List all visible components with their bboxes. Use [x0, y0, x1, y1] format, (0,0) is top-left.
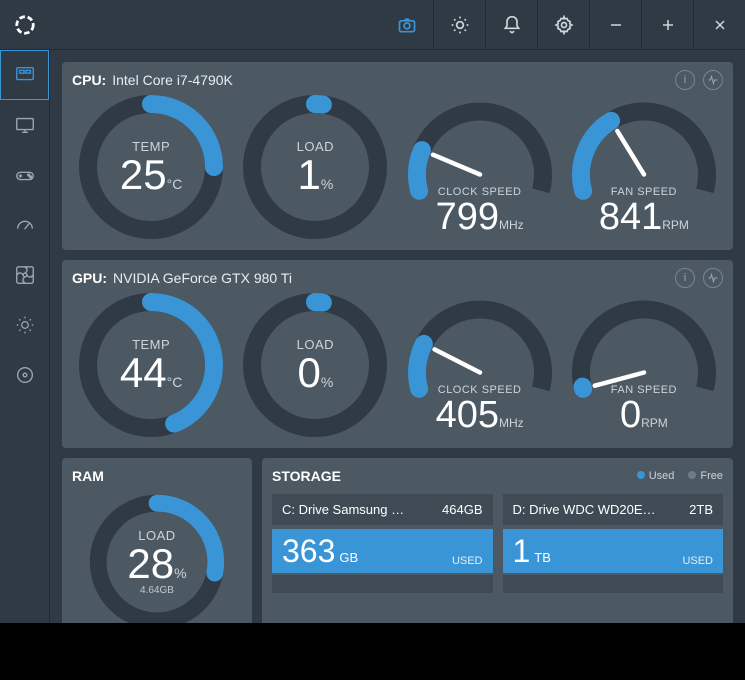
cpu-clock-gauge: CLOCK SPEED 799MHz — [401, 92, 559, 242]
bell-icon[interactable] — [485, 0, 537, 50]
content: CPU: Intel Core i7-4790K i — [50, 50, 745, 623]
gpu-temp-gauge: TEMP 44°C — [72, 290, 230, 440]
sidebar-item-overview[interactable] — [0, 50, 49, 100]
storage-panel: STORAGE Used Free C: Drive Samsung …464G… — [262, 458, 733, 623]
activity-icon[interactable] — [703, 70, 723, 90]
activity-icon[interactable] — [703, 268, 723, 288]
info-icon[interactable]: i — [675, 268, 695, 288]
titlebar — [0, 0, 745, 50]
cpu-temp-gauge: TEMP 25°C — [72, 92, 230, 242]
gpu-name: NVIDIA GeForce GTX 980 Ti — [113, 270, 292, 286]
gpu-fan-gauge: FAN SPEED 0RPM — [565, 290, 723, 440]
gpu-clock-gauge: CLOCK SPEED 405MHz — [401, 290, 559, 440]
drive-d: D: Drive WDC WD20E…2TB 1TBUSED — [503, 494, 724, 593]
cpu-label: CPU: — [72, 72, 106, 88]
close-button[interactable] — [693, 0, 745, 50]
gpu-load-gauge: LOAD 0% — [236, 290, 394, 440]
sidebar — [0, 50, 50, 623]
gpu-panel: GPU: NVIDIA GeForce GTX 980 Ti i — [62, 260, 733, 448]
sidebar-item-fan[interactable] — [0, 250, 49, 300]
ram-gauge: LOAD 28% 4.64GB — [87, 492, 227, 623]
brightness-icon[interactable] — [433, 0, 485, 50]
maximize-button[interactable] — [641, 0, 693, 50]
gpu-label: GPU: — [72, 270, 107, 286]
cpu-load-gauge: LOAD 1% — [236, 92, 394, 242]
settings-icon[interactable] — [537, 0, 589, 50]
sidebar-item-speed[interactable] — [0, 200, 49, 250]
cpu-fan-gauge: FAN SPEED 841RPM — [565, 92, 723, 242]
app-logo — [0, 14, 50, 36]
sidebar-item-gaming[interactable] — [0, 150, 49, 200]
storage-legend: Used Free — [637, 470, 723, 482]
cpu-panel: CPU: Intel Core i7-4790K i — [62, 62, 733, 250]
sidebar-item-display[interactable] — [0, 300, 49, 350]
drive-c: C: Drive Samsung …464GB 363GBUSED — [272, 494, 493, 593]
minimize-button[interactable] — [589, 0, 641, 50]
camera-icon[interactable] — [381, 0, 433, 50]
ram-panel: RAM LOAD 28% 4.64GB — [62, 458, 252, 623]
info-icon[interactable]: i — [675, 70, 695, 90]
sidebar-item-monitors[interactable] — [0, 100, 49, 150]
sidebar-item-disk[interactable] — [0, 350, 49, 400]
cpu-name: Intel Core i7-4790K — [112, 72, 233, 88]
